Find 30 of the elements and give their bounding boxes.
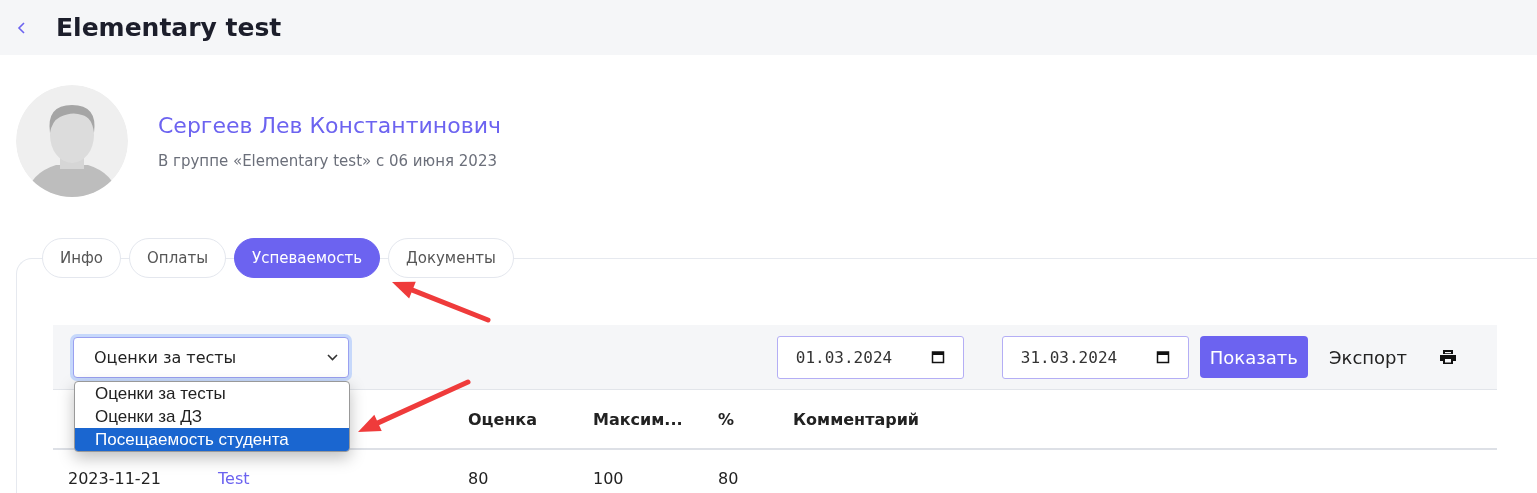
tab[interactable]: Оплаты (129, 238, 226, 278)
page-title: Elementary test (56, 13, 282, 42)
test-link[interactable]: Test (218, 468, 250, 488)
column-header: Максим... (593, 409, 683, 429)
table-cell: 2023-11-21 (68, 468, 161, 488)
date-field[interactable]: 31.03.2024 (1001, 335, 1189, 379)
column-header: % (718, 409, 735, 429)
table-cell: 80 (718, 468, 739, 488)
tab[interactable]: Инфо (42, 238, 122, 278)
chevron-down-icon (327, 353, 338, 361)
tab[interactable]: Документы (388, 238, 514, 278)
column-header: Комментарий (793, 409, 920, 429)
show-button[interactable]: Показать (1199, 336, 1308, 378)
table-cell: 80 (468, 468, 489, 488)
back-icon[interactable] (17, 20, 27, 35)
type-select[interactable]: Оценки за тесты (73, 336, 349, 378)
export-link[interactable]: Экспорт (1328, 346, 1407, 368)
dropdown-option[interactable]: Посещаемость студента (75, 428, 349, 451)
table-cell: 100 (593, 468, 624, 488)
column-header: Оценка (468, 409, 538, 429)
calendar-icon[interactable] (1155, 350, 1170, 364)
dropdown-option[interactable]: Оценки за тесты (75, 382, 349, 405)
print-icon[interactable] (1439, 349, 1457, 365)
avatar-icon (16, 85, 128, 197)
tab[interactable]: Успеваемость (234, 238, 381, 278)
dropdown-option[interactable]: Оценки за ДЗ (75, 405, 349, 428)
date-field[interactable]: 01.03.2024 (776, 335, 964, 379)
calendar-icon[interactable] (930, 350, 945, 364)
student-name: Сергеев Лев Константинович (158, 112, 501, 138)
group-info: В группе «Elementary test» с 06 июня 2023 (158, 151, 498, 170)
